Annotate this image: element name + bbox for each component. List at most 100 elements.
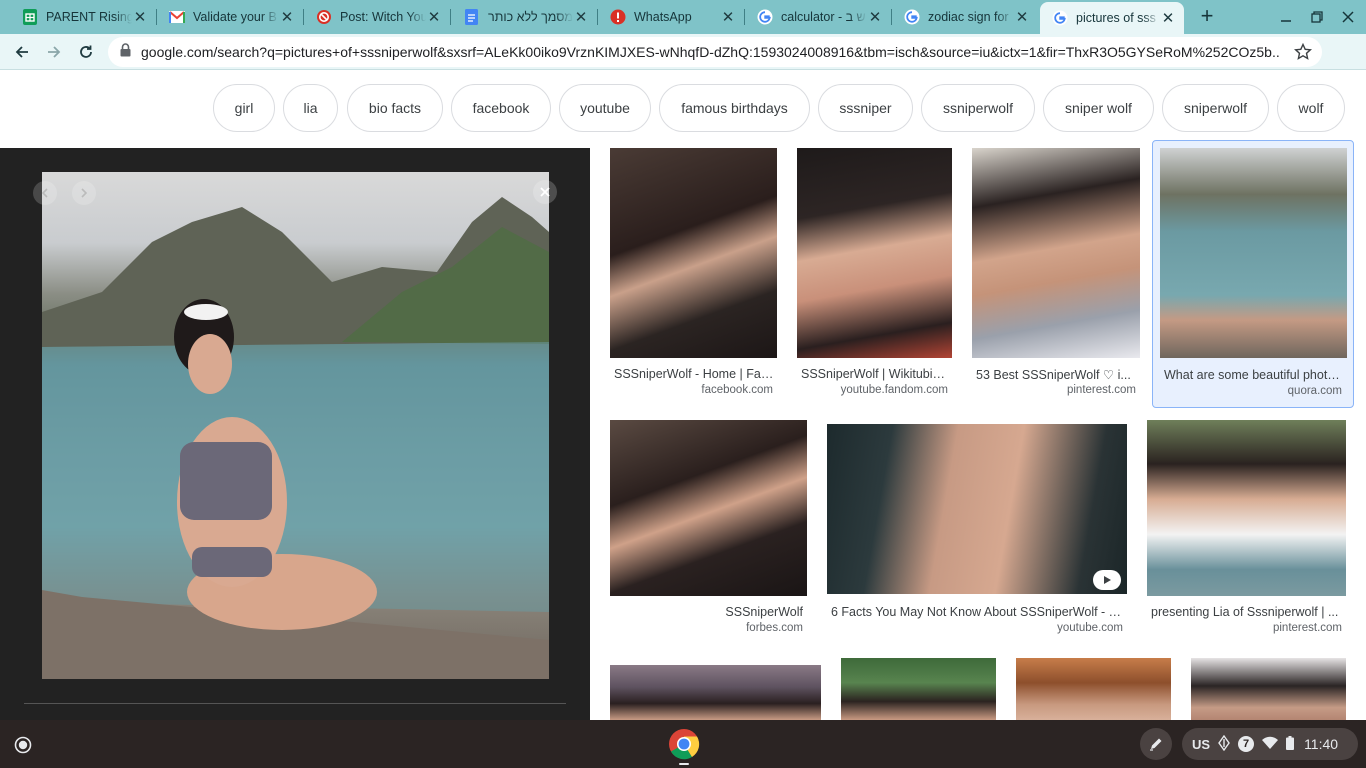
result-thumbnail[interactable]	[1147, 420, 1346, 596]
chip-wolf[interactable]: wolf	[1277, 84, 1345, 132]
result-thumbnail[interactable]	[1191, 658, 1346, 720]
previous-image-icon[interactable]	[33, 181, 57, 205]
result-caption[interactable]: SSSniperWolf | Wikitubia ...	[801, 367, 951, 381]
result-card[interactable]: 6 Facts You May Not Know About SSSniperW…	[827, 424, 1127, 640]
tab-title: PARENT Rising	[46, 10, 132, 24]
result-caption[interactable]: 6 Facts You May Not Know About SSSniperW…	[831, 605, 1125, 619]
minimize-icon[interactable]	[1277, 8, 1295, 26]
result-thumbnail[interactable]	[610, 148, 777, 358]
new-tab-button[interactable]: +	[1196, 5, 1218, 28]
tab-validate[interactable]: Validate your B ✕	[157, 2, 303, 32]
result-card[interactable]: SSSniperWolf forbes.com	[610, 420, 807, 640]
tab-untitled-doc[interactable]: מסמך ללא כותר ✕	[451, 2, 597, 32]
tab-title: מסמך ללא כותר	[488, 10, 573, 24]
tab-calculator[interactable]: calculator - ש ב ✕	[745, 2, 891, 32]
battery-icon	[1286, 735, 1295, 753]
close-tab-icon[interactable]: ✕	[1014, 9, 1030, 26]
result-source: forbes.com	[746, 622, 803, 634]
restore-icon[interactable]	[1308, 8, 1326, 26]
chip-facebook[interactable]: facebook	[451, 84, 551, 132]
chip-sssniper[interactable]: sssniper	[818, 84, 913, 132]
close-tab-icon[interactable]: ✕	[573, 9, 589, 26]
chip-bio-facts[interactable]: bio facts	[347, 84, 443, 132]
close-tab-icon[interactable]: ✕	[132, 9, 148, 26]
result-card-selected[interactable]: What are some beautiful photo... quora.c…	[1152, 140, 1354, 408]
tab-title: calculator - ש ב	[781, 10, 866, 24]
result-thumbnail[interactable]	[972, 148, 1140, 358]
preview-image[interactable]	[42, 172, 549, 679]
close-tab-icon[interactable]: ✕	[426, 9, 442, 26]
result-caption[interactable]: presenting Lia of Sssniperwolf | ...	[1151, 605, 1343, 619]
lock-icon	[120, 42, 131, 62]
result-caption[interactable]: 53 Best SSSniperWolf ♡ i...	[976, 367, 1136, 382]
close-preview-icon[interactable]	[533, 180, 557, 204]
result-card[interactable]	[610, 665, 821, 720]
tab-title: Validate your B	[193, 10, 277, 24]
result-source: pinterest.com	[1066, 384, 1136, 396]
result-thumbnail[interactable]	[797, 148, 952, 358]
bookmark-star-icon[interactable]	[1293, 42, 1313, 61]
result-source: youtube.com	[1057, 622, 1123, 634]
image-preview-panel	[0, 148, 590, 720]
sheets-icon	[22, 9, 38, 25]
result-source: youtube.fandom.com	[840, 384, 948, 396]
result-card[interactable]	[841, 658, 996, 720]
launcher-icon[interactable]	[10, 732, 36, 758]
clock: 11:40	[1304, 736, 1339, 752]
result-card[interactable]	[1191, 658, 1346, 720]
result-thumbnail[interactable]	[1016, 658, 1171, 720]
close-tab-icon[interactable]: ✕	[279, 9, 295, 26]
result-thumbnail[interactable]	[841, 658, 996, 720]
notification-count: 7	[1238, 736, 1255, 752]
tab-whatsapp[interactable]: WhatsApp ✕	[598, 2, 744, 32]
result-card[interactable]: 53 Best SSSniperWolf ♡ i... pinterest.co…	[972, 148, 1140, 398]
result-caption[interactable]: What are some beautiful photo...	[1164, 368, 1344, 382]
chip-sniperwolf[interactable]: sniperwolf	[1162, 84, 1269, 132]
system-shelf: US 7 11:40	[0, 720, 1366, 768]
result-caption[interactable]: SSSniperWolf - Home | Fac...	[614, 367, 777, 381]
result-thumbnail[interactable]	[610, 665, 821, 720]
close-tab-icon[interactable]: ✕	[720, 9, 736, 26]
chip-girl[interactable]: girl	[213, 84, 275, 132]
result-card[interactable]: SSSniperWolf - Home | Fac... facebook.co…	[610, 148, 777, 398]
next-image-icon[interactable]	[72, 181, 96, 205]
result-card[interactable]	[1016, 658, 1171, 720]
tab-post-witch[interactable]: Post: Witch You ✕	[304, 2, 450, 32]
browser-toolbar: google.com/search?q=pictures+of+sssniper…	[0, 34, 1366, 70]
stylus-icon[interactable]	[1140, 728, 1172, 760]
back-icon[interactable]	[10, 40, 34, 64]
tab-title: zodiac sign for	[928, 10, 1009, 24]
gmail-icon	[169, 9, 185, 25]
google-icon	[904, 9, 920, 25]
reload-icon[interactable]	[74, 40, 98, 64]
chip-ssniperwolf[interactable]: ssniperwolf	[921, 84, 1035, 132]
tab-title: Post: Witch You	[340, 10, 426, 24]
status-tray[interactable]: US 7 11:40	[1182, 728, 1358, 760]
chip-sniper-wolf[interactable]: sniper wolf	[1043, 84, 1154, 132]
forward-icon[interactable]	[42, 40, 66, 64]
address-bar[interactable]: google.com/search?q=pictures+of+sssniper…	[108, 37, 1322, 67]
result-source: pinterest.com	[1272, 622, 1342, 634]
blocked-icon	[316, 9, 332, 25]
close-window-icon[interactable]	[1339, 8, 1357, 26]
result-thumbnail[interactable]	[1160, 148, 1347, 358]
alert-icon	[610, 9, 626, 25]
close-tab-icon[interactable]: ✕	[1160, 10, 1176, 27]
result-thumbnail[interactable]	[827, 424, 1127, 594]
preview-divider	[24, 703, 566, 704]
chip-lia[interactable]: lia	[283, 84, 338, 132]
tab-strip: PARENT Rising ✕ Validate your B ✕ Post: …	[0, 0, 1366, 34]
result-thumbnail[interactable]	[610, 420, 807, 596]
result-caption[interactable]: SSSniperWolf	[610, 605, 803, 619]
tab-parent-rising[interactable]: PARENT Rising ✕	[10, 2, 156, 32]
chip-famous-birthdays[interactable]: famous birthdays	[659, 84, 810, 132]
result-card[interactable]: SSSniperWolf | Wikitubia ... youtube.fan…	[797, 148, 952, 398]
chrome-icon[interactable]	[668, 728, 700, 760]
close-tab-icon[interactable]: ✕	[867, 9, 883, 26]
chip-youtube[interactable]: youtube	[559, 84, 651, 132]
result-card[interactable]: presenting Lia of Sssniperwolf | ... pin…	[1147, 420, 1346, 640]
docs-icon	[463, 9, 479, 25]
tab-zodiac[interactable]: zodiac sign for ✕	[892, 2, 1038, 32]
tab-pictures-active[interactable]: pictures of sss ✕	[1040, 2, 1184, 34]
video-play-icon[interactable]	[1093, 570, 1121, 590]
